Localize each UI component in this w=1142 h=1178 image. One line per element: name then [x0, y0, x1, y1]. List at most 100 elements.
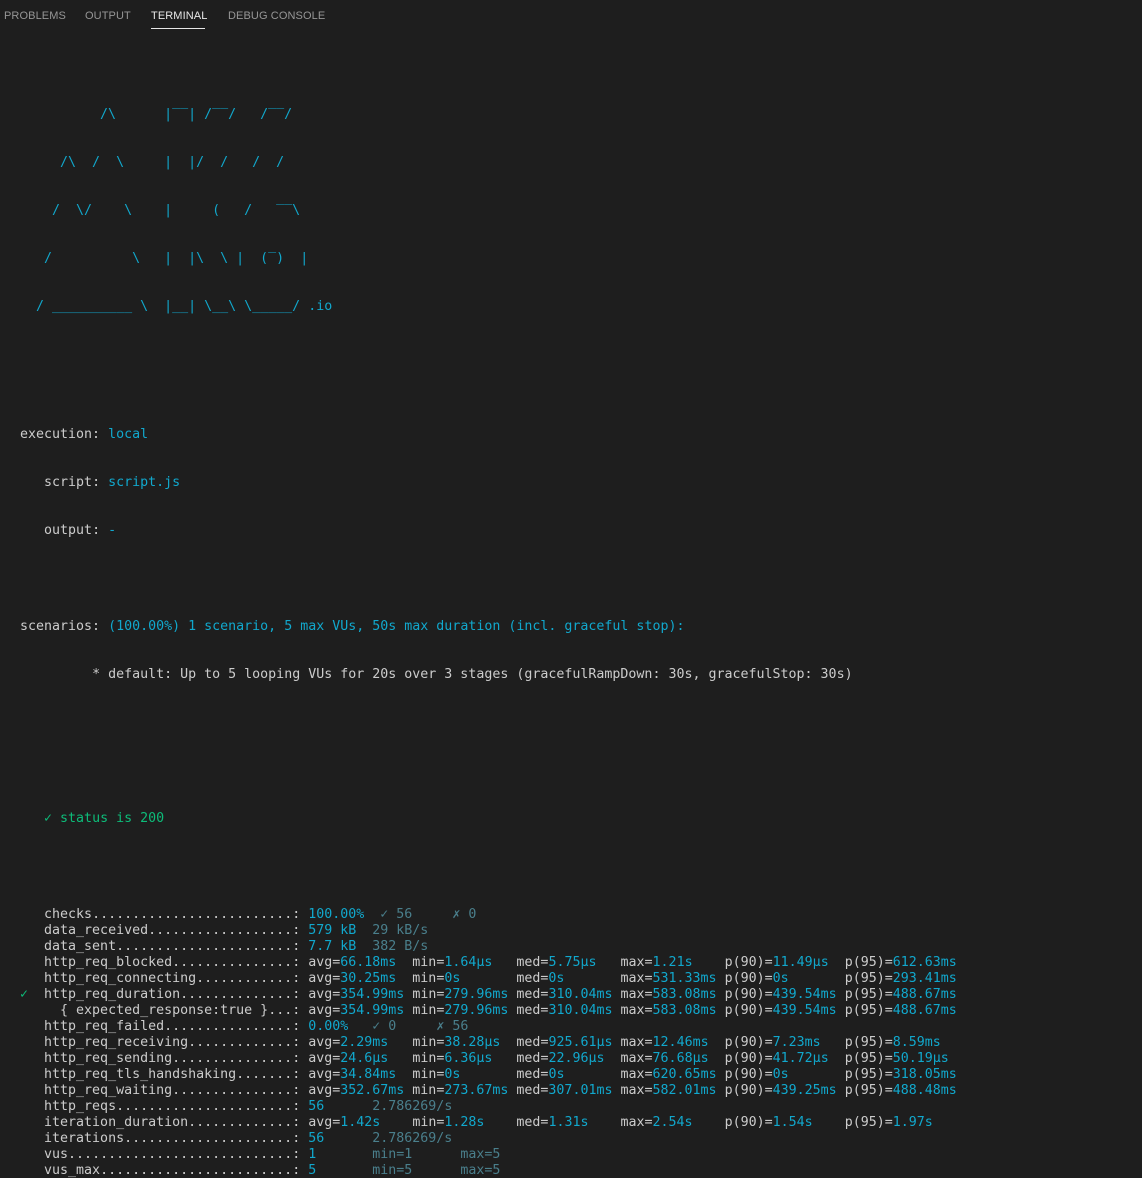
- metric-stat-label: p(90)=: [724, 1083, 773, 1098]
- metric-stat-label: min=: [412, 971, 445, 986]
- metric-pass-mark: [20, 1115, 36, 1130]
- metric-stat: avg=30.25ms: [308, 971, 412, 986]
- metric-stat-label: avg=: [308, 955, 341, 970]
- metric-pass-mark: [20, 1163, 36, 1178]
- metric-row: http_req_blocked...............: avg=66.…: [20, 955, 957, 971]
- metric-value: ✓ 0: [372, 1019, 437, 1034]
- metric-name: http_req_tls_handshaking: [36, 1067, 237, 1082]
- metric-dots: ......................:: [116, 939, 309, 954]
- metric-name: vus: [36, 1147, 69, 1162]
- metric-stat: p(90)=1.54s: [725, 1115, 845, 1130]
- metric-dots: ...............:: [172, 955, 309, 970]
- metric-stat-value: 41.72µs: [772, 1051, 829, 1066]
- logo-line: / \/ \ | ( / ‾‾\: [20, 203, 301, 218]
- active-tab-indicator: [151, 28, 205, 29]
- metric-value: 1: [308, 1147, 373, 1162]
- metric-pass-mark: [20, 1147, 36, 1162]
- output-line: output: -: [20, 523, 957, 539]
- tab-debug-console[interactable]: DEBUG CONSOLE: [228, 10, 325, 22]
- metric-stat-label: min=: [412, 1003, 445, 1018]
- metric-stat-label: med=: [516, 1115, 549, 1130]
- metric-stat-value: 0s: [444, 971, 461, 986]
- metric-pass-mark: [20, 939, 36, 954]
- metric-stat-label: p(90)=: [724, 987, 773, 1002]
- metric-stat-label: min=: [412, 987, 445, 1002]
- k6-logo: /\ |‾‾| /‾‾/ /‾‾/ /\ / \ | |/ / / / / \/…: [20, 75, 957, 347]
- metric-stat-value: 66.18ms: [340, 955, 397, 970]
- metric-row: http_req_connecting............: avg=30.…: [20, 971, 957, 987]
- metric-name: checks: [36, 907, 93, 922]
- metric-stat: avg=352.67ms: [308, 1083, 412, 1098]
- metric-stat-label: p(95)=: [844, 1083, 893, 1098]
- metric-value: max=5: [460, 1147, 501, 1162]
- metric-stat-label: max=: [620, 1035, 653, 1050]
- metric-pass-mark: [20, 1035, 36, 1050]
- metric-stat-value: 439.25ms: [772, 1083, 837, 1098]
- metric-pass-mark: [20, 923, 36, 938]
- metric-stat-value: 76.68µs: [652, 1051, 709, 1066]
- metric-stat: med=310.04ms: [516, 987, 620, 1002]
- metric-stat-label: med=: [516, 1035, 549, 1050]
- metric-row: iteration_duration.............: avg=1.4…: [20, 1115, 957, 1131]
- metrics-table: checks.........................: 100.00%…: [20, 907, 957, 1178]
- metric-stat: max=531.33ms: [620, 971, 724, 986]
- metric-stat-label: p(95)=: [844, 1003, 893, 1018]
- metric-stat-label: avg=: [308, 971, 341, 986]
- metric-stat-label: p(90)=: [724, 1003, 773, 1018]
- metric-row: data_sent......................: 7.7 kB …: [20, 939, 957, 955]
- metric-dots: .............:: [188, 1115, 309, 1130]
- metric-value: ✗ 56: [436, 1019, 469, 1034]
- metric-dots: ............:: [196, 971, 309, 986]
- tab-output[interactable]: OUTPUT: [85, 10, 131, 22]
- metric-stat: min=279.96ms: [412, 987, 516, 1002]
- metric-name: http_req_duration: [36, 987, 181, 1002]
- metric-stat-value: 7.23ms: [772, 1035, 821, 1050]
- scenario-detail-line: * default: Up to 5 looping VUs for 20s o…: [20, 667, 957, 683]
- tab-terminal[interactable]: TERMINAL: [151, 10, 207, 22]
- metric-stat: avg=354.99ms: [308, 987, 412, 1002]
- metric-dots: .............:: [188, 1035, 309, 1050]
- metric-stat-value: 352.67ms: [340, 1083, 405, 1098]
- metric-name: http_reqs: [36, 1099, 117, 1114]
- metric-stat-value: 293.41ms: [892, 971, 957, 986]
- metric-stat: p(95)=488.67ms: [845, 1003, 957, 1018]
- metric-stat: max=1.21s: [621, 955, 725, 970]
- metric-stat-value: 30.25ms: [340, 971, 397, 986]
- metric-stat-label: med=: [516, 1083, 549, 1098]
- tab-problems[interactable]: PROBLEMS: [4, 10, 66, 22]
- terminal-output[interactable]: /\ |‾‾| /‾‾/ /‾‾/ /\ / \ | |/ / / / / \/…: [20, 43, 957, 1178]
- metric-stat-value: 439.54ms: [772, 987, 837, 1002]
- metric-stat: p(95)=488.67ms: [845, 987, 957, 1002]
- metric-stat: min=1.28s: [412, 1115, 516, 1130]
- panel-tabs: PROBLEMS OUTPUT TERMINAL DEBUG CONSOLE: [0, 0, 1142, 34]
- metric-stat-label: med=: [516, 971, 549, 986]
- metric-stat-value: 2.54s: [652, 1115, 693, 1130]
- metric-stat-label: max=: [620, 1003, 653, 1018]
- scenario-detail: * default: Up to 5 looping VUs for 20s o…: [92, 667, 853, 682]
- metric-stat: p(95)=8.59ms: [845, 1035, 941, 1050]
- metric-stat-label: max=: [620, 1115, 653, 1130]
- metric-value: 2.786269/s: [372, 1131, 453, 1146]
- metric-stat-value: 0s: [548, 1067, 565, 1082]
- metric-stat-label: min=: [412, 1051, 445, 1066]
- metric-name: http_req_connecting: [36, 971, 197, 986]
- metric-row: checks.........................: 100.00%…: [20, 907, 957, 923]
- metric-stat-value: 310.04ms: [548, 1003, 613, 1018]
- metric-name: iterations: [36, 1131, 125, 1146]
- metric-dots: ..................:: [148, 923, 309, 938]
- metric-stat-value: 307.01ms: [548, 1083, 613, 1098]
- check-status: ✓ status is 200: [44, 811, 165, 826]
- metric-stat-value: 11.49µs: [772, 955, 829, 970]
- execution-label: execution:: [20, 427, 101, 442]
- metric-stat: avg=2.29ms: [308, 1035, 412, 1050]
- metric-stat-label: max=: [620, 1067, 653, 1082]
- metric-row: { expected_response:true }...: avg=354.9…: [20, 1003, 957, 1019]
- metric-stat-value: 1.31s: [548, 1115, 589, 1130]
- metric-stat-label: avg=: [308, 1051, 341, 1066]
- metric-name: data_received: [36, 923, 149, 938]
- metric-stat-value: 488.48ms: [892, 1083, 957, 1098]
- metric-value: 579 kB: [308, 923, 373, 938]
- metric-stat-value: 925.61µs: [548, 1035, 613, 1050]
- metric-dots: ........................:: [100, 1163, 309, 1178]
- metric-name: http_req_receiving: [36, 1035, 189, 1050]
